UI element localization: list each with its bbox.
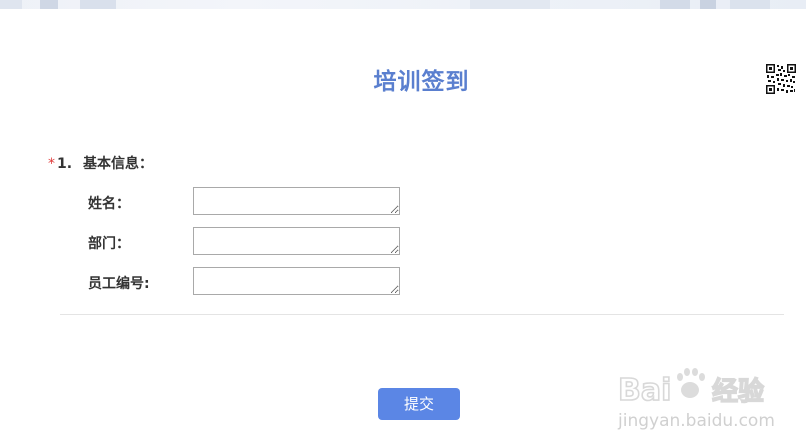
page-title: 培训签到 bbox=[373, 69, 470, 95]
banner-decoration bbox=[470, 0, 550, 9]
watermark-logo-text: Bai bbox=[618, 373, 671, 408]
department-label: 部门： bbox=[88, 236, 130, 252]
banner-decoration bbox=[660, 0, 690, 9]
required-mark: * bbox=[48, 156, 55, 172]
watermark-logo: Bai 经验 jingyan.baidu.com bbox=[617, 368, 775, 431]
divider bbox=[60, 314, 784, 315]
banner-decoration bbox=[40, 0, 58, 9]
question-header: * 1. 基本信息： bbox=[48, 153, 153, 173]
department-field[interactable] bbox=[193, 227, 400, 255]
submit-button[interactable]: 提交 bbox=[378, 388, 460, 420]
question-number: 1. bbox=[57, 156, 73, 172]
employee-id-field[interactable] bbox=[193, 267, 400, 295]
watermark-url: jingyan.baidu.com bbox=[617, 411, 775, 431]
banner-decoration bbox=[80, 0, 116, 9]
name-label: 姓名： bbox=[88, 196, 130, 212]
header-banner bbox=[0, 0, 806, 9]
question-title: 基本信息： bbox=[83, 156, 153, 172]
banner-decoration bbox=[700, 0, 716, 9]
qr-code-icon[interactable] bbox=[766, 64, 796, 94]
banner-decoration bbox=[730, 0, 770, 9]
watermark-logo-text-2: 经验 bbox=[712, 376, 764, 407]
banner-decoration bbox=[0, 0, 22, 9]
employee-id-label: 员工编号: bbox=[88, 276, 150, 292]
paw-icon bbox=[677, 368, 705, 398]
name-field[interactable] bbox=[193, 187, 400, 215]
